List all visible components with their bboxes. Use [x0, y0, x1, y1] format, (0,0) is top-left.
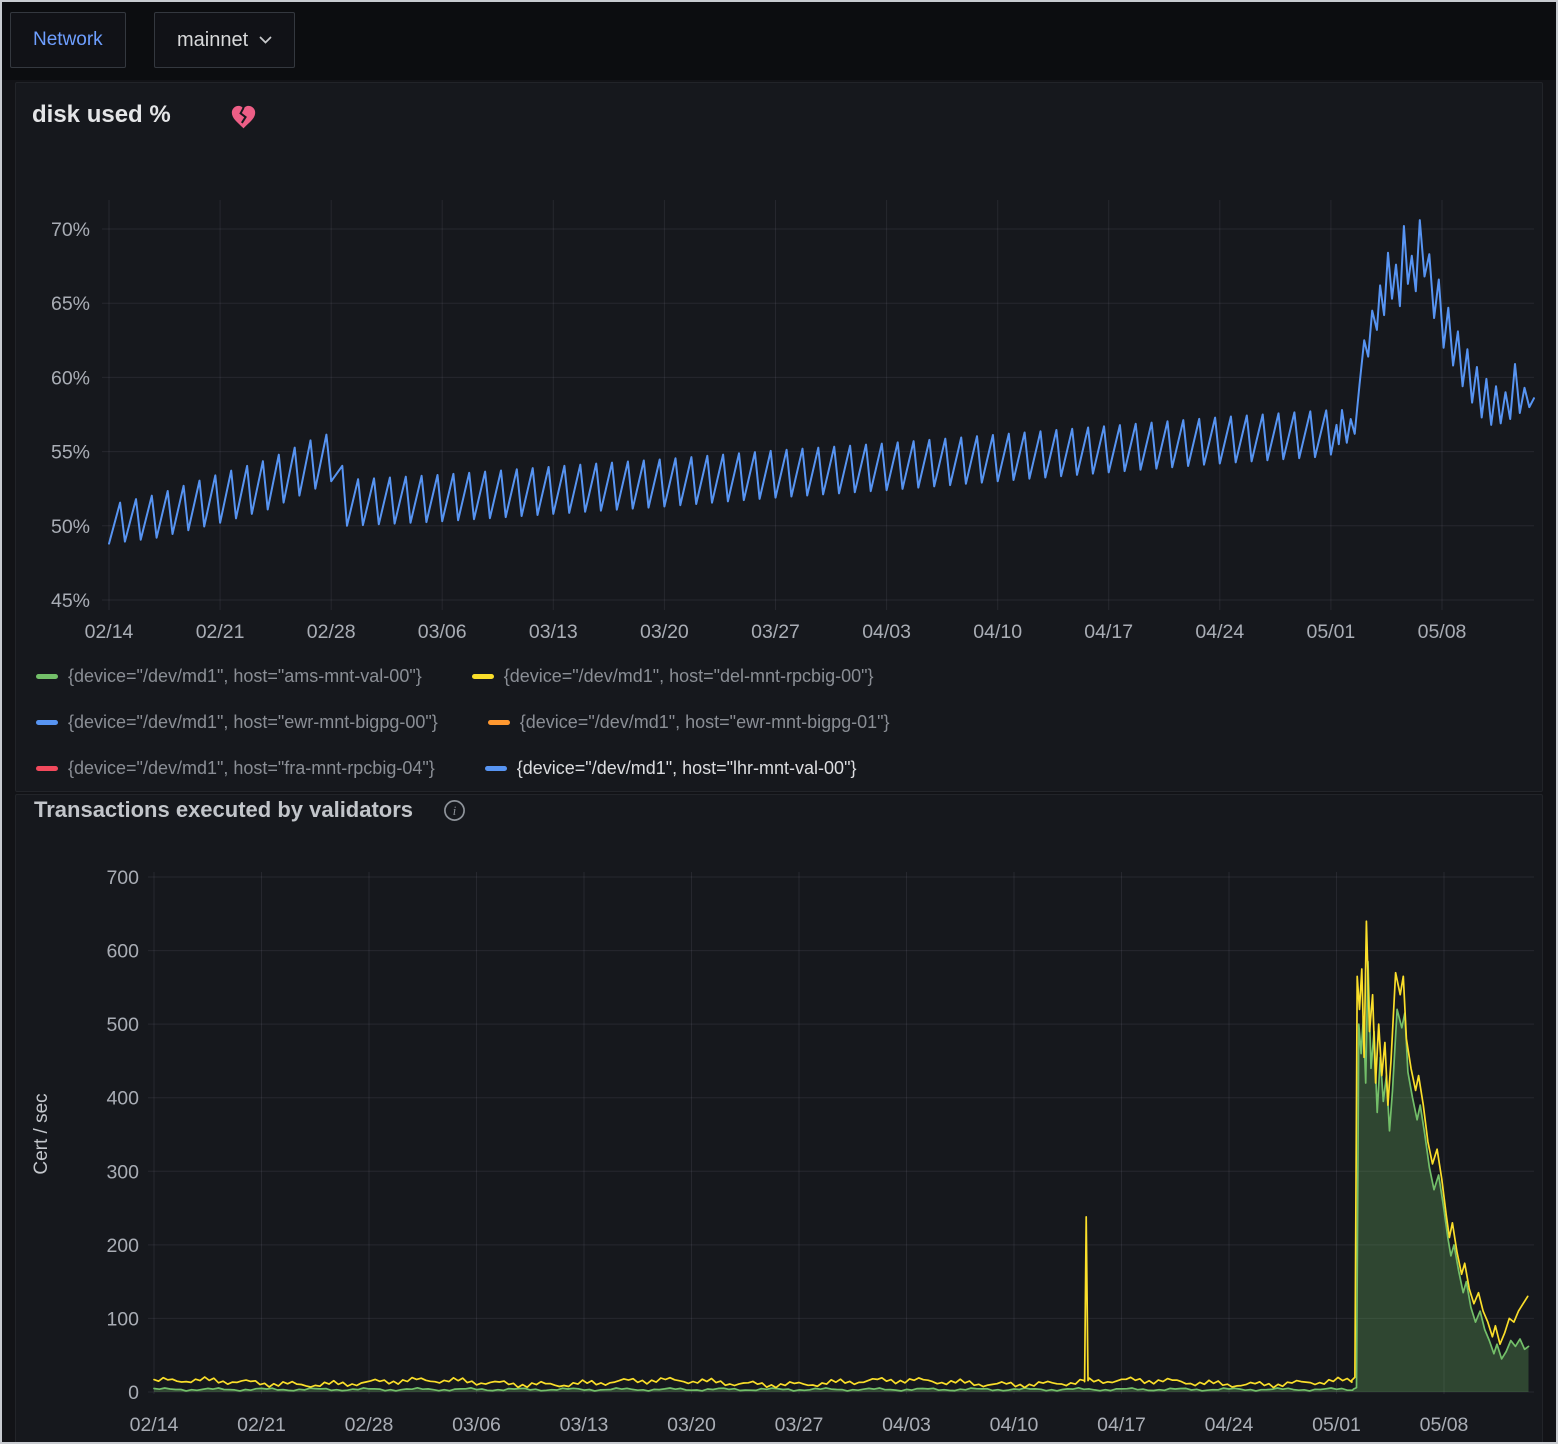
x-tick-label: 03/20 — [640, 621, 689, 643]
x-tick-label: 03/27 — [775, 1414, 824, 1436]
y-tick-label: 200 — [106, 1235, 139, 1257]
x-tick-label: 05/08 — [1418, 621, 1467, 643]
topbar: Network mainnet — [2, 2, 1556, 80]
x-tick-label: 04/17 — [1097, 1414, 1146, 1436]
legend-series-swatch — [472, 674, 494, 679]
grafana-dashboard: Network mainnet disk used % 45%50%55%60%… — [0, 0, 1558, 1444]
x-tick-label: 04/24 — [1205, 1414, 1254, 1436]
legend-row: {device="/dev/md1", host="fra-mnt-rpcbig… — [36, 745, 1516, 791]
y-tick-label: 70% — [51, 219, 90, 241]
legend-item[interactable]: {device="/dev/md1", host="lhr-mnt-val-00… — [485, 758, 857, 779]
y-tick-label: 600 — [106, 941, 139, 963]
x-tick-label: 02/28 — [345, 1414, 394, 1436]
x-tick-label: 02/14 — [85, 621, 134, 643]
y-tick-label: 50% — [51, 516, 90, 538]
transactions-panel-header: Transactions executed by validators i — [34, 793, 466, 827]
x-tick-label: 04/10 — [973, 621, 1022, 643]
y-tick-label: 45% — [51, 590, 90, 612]
legend-series-swatch — [36, 766, 58, 771]
transactions-panel-title[interactable]: Transactions executed by validators — [34, 797, 413, 823]
legend-series-label: {device="/dev/md1", host="ewr-mnt-bigpg-… — [520, 712, 890, 733]
legend-series-label: {device="/dev/md1", host="lhr-mnt-val-00… — [517, 758, 857, 779]
x-tick-label: 04/03 — [862, 621, 911, 643]
disk-used-chart[interactable]: 45% 50% 55% 60% 65% 70% 02/14 02/21 02/28 03/06 03… — [2, 80, 1558, 656]
x-tick-label: 05/01 — [1306, 621, 1355, 643]
y-tick-label: 100 — [106, 1308, 139, 1330]
svg-text:i: i — [453, 804, 457, 818]
legend-row: {device="/dev/md1", host="ewr-mnt-bigpg-… — [36, 699, 1516, 745]
legend-series-label: {device="/dev/md1", host="ewr-mnt-bigpg-… — [68, 712, 438, 733]
network-variable-value: mainnet — [177, 29, 248, 52]
x-tick-label: 03/06 — [452, 1414, 501, 1436]
y-tick-label: 300 — [106, 1161, 139, 1183]
series-line — [154, 962, 1529, 1391]
network-variable-select[interactable]: mainnet — [154, 12, 295, 68]
legend-item[interactable]: {device="/dev/md1", host="del-mnt-rpcbig… — [472, 666, 874, 687]
transactions-chart[interactable]: 0 100 200 300 400 500 600 700 02/14 02/21 02/28 03/… — [2, 850, 1558, 1442]
x-tick-label: 05/08 — [1420, 1414, 1469, 1436]
legend-series-label: {device="/dev/md1", host="del-mnt-rpcbig… — [504, 666, 874, 687]
x-tick-label: 02/14 — [130, 1414, 179, 1436]
x-tick-label: 02/28 — [307, 621, 356, 643]
series-line — [109, 220, 1534, 543]
legend-item[interactable]: {device="/dev/md1", host="ewr-mnt-bigpg-… — [488, 712, 890, 733]
x-tick-label: 04/03 — [882, 1414, 931, 1436]
x-tick-label: 03/13 — [529, 621, 578, 643]
y-tick-label: 65% — [51, 293, 90, 315]
legend-item[interactable]: {device="/dev/md1", host="fra-mnt-rpcbig… — [36, 758, 435, 779]
series-fill — [154, 962, 1529, 1392]
y-tick-label: 500 — [106, 1014, 139, 1036]
x-tick-label: 03/27 — [751, 621, 800, 643]
chevron-down-icon — [259, 36, 272, 45]
legend-series-swatch — [488, 720, 510, 725]
legend-series-label: {device="/dev/md1", host="fra-mnt-rpcbig… — [68, 758, 435, 779]
y-tick-label: 700 — [106, 867, 139, 889]
x-tick-label: 05/01 — [1312, 1414, 1361, 1436]
x-tick-label: 03/06 — [418, 621, 467, 643]
network-variable-label: Network — [10, 12, 126, 68]
y-tick-label: 400 — [106, 1088, 139, 1110]
x-tick-label: 04/17 — [1084, 621, 1133, 643]
legend-series-swatch — [485, 766, 507, 771]
y-tick-label: 0 — [128, 1382, 139, 1404]
legend-row: {device="/dev/md1", host="ams-mnt-val-00… — [36, 653, 1516, 699]
x-tick-label: 02/21 — [237, 1414, 286, 1436]
series-line — [154, 921, 1528, 1387]
legend-item[interactable]: {device="/dev/md1", host="ewr-mnt-bigpg-… — [36, 712, 438, 733]
x-tick-label: 04/10 — [990, 1414, 1039, 1436]
x-tick-label: 03/13 — [560, 1414, 609, 1436]
x-tick-label: 02/21 — [196, 621, 245, 643]
x-tick-label: 03/20 — [667, 1414, 716, 1436]
info-icon[interactable]: i — [443, 799, 466, 822]
x-tick-label: 04/24 — [1195, 621, 1244, 643]
legend-series-swatch — [36, 720, 58, 725]
y-tick-label: 60% — [51, 367, 90, 389]
disk-legend: {device="/dev/md1", host="ams-mnt-val-00… — [36, 653, 1516, 791]
legend-series-label: {device="/dev/md1", host="ams-mnt-val-00… — [68, 666, 422, 687]
y-tick-label: 55% — [51, 442, 90, 464]
legend-series-swatch — [36, 674, 58, 679]
legend-item[interactable]: {device="/dev/md1", host="ams-mnt-val-00… — [36, 666, 422, 687]
